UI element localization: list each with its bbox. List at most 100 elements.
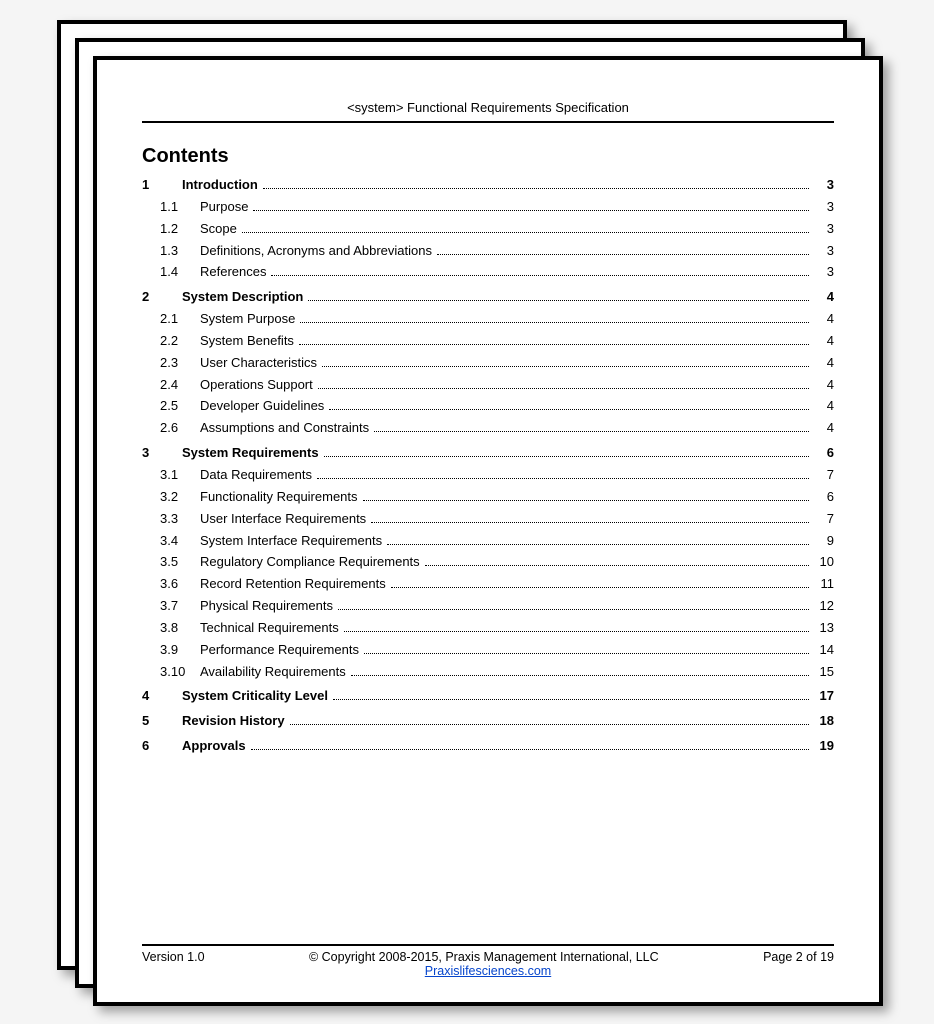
toc-number: 2.3 (142, 354, 196, 373)
toc-number: 1.2 (142, 220, 196, 239)
toc-entry[interactable]: 2.3User Characteristics4 (142, 354, 834, 373)
toc-title: Scope (196, 220, 239, 239)
toc-page: 14 (812, 641, 834, 660)
table-of-contents: 1Introduction31.1Purpose31.2Scope31.3Def… (142, 176, 834, 756)
toc-leader-dots (300, 313, 809, 323)
toc-entry[interactable]: 2System Description 4 (142, 288, 834, 307)
toc-entry[interactable]: 2.6Assumptions and Constraints 4 (142, 419, 834, 438)
toc-page: 4 (812, 354, 834, 373)
document-header: <system> Functional Requirements Specifi… (142, 100, 834, 123)
toc-leader-dots (324, 447, 809, 457)
toc-page: 4 (812, 310, 834, 329)
toc-title: Introduction (182, 176, 260, 195)
toc-entry[interactable]: 3.9Performance Requirements14 (142, 641, 834, 660)
toc-leader-dots (425, 556, 809, 566)
toc-entry[interactable]: 1.1Purpose3 (142, 198, 834, 217)
toc-leader-dots (371, 512, 809, 522)
toc-page: 18 (812, 712, 834, 731)
toc-entry[interactable]: 4System Criticality Level 17 (142, 687, 834, 706)
toc-entry[interactable]: 6Approvals19 (142, 737, 834, 756)
toc-title: System Description (182, 288, 305, 307)
toc-entry[interactable]: 1.2Scope 3 (142, 220, 834, 239)
toc-title: System Criticality Level (182, 687, 330, 706)
toc-leader-dots (329, 400, 809, 410)
toc-leader-dots (338, 600, 809, 610)
toc-entry[interactable]: 1Introduction 3 (142, 176, 834, 195)
toc-entry[interactable]: 3.4System Interface Requirements9 (142, 532, 834, 551)
toc-title: System Requirements (182, 444, 321, 463)
toc-leader-dots (271, 266, 809, 276)
toc-number: 2.1 (142, 310, 196, 329)
toc-page: 7 (812, 466, 834, 485)
toc-number: 2.4 (142, 376, 196, 395)
toc-page: 19 (812, 737, 834, 756)
toc-number: 3.9 (142, 641, 196, 660)
toc-number: 3.4 (142, 532, 196, 551)
toc-entry[interactable]: 3.10Availability Requirements15 (142, 663, 834, 682)
toc-leader-dots (318, 378, 809, 388)
toc-title: Purpose (196, 198, 250, 217)
toc-entry[interactable]: 2.2System Benefits 4 (142, 332, 834, 351)
toc-entry[interactable]: 3.3User Interface Requirements7 (142, 510, 834, 529)
toc-entry[interactable]: 1.4References3 (142, 263, 834, 282)
toc-page: 4 (812, 376, 834, 395)
toc-title: Definitions, Acronyms and Abbreviations (196, 242, 434, 261)
toc-entry[interactable]: 3.5Regulatory Compliance Requirements10 (142, 553, 834, 572)
toc-number: 2.2 (142, 332, 196, 351)
toc-leader-dots (333, 690, 809, 700)
toc-leader-dots (263, 179, 809, 189)
toc-entry[interactable]: 3.7Physical Requirements12 (142, 597, 834, 616)
toc-entry[interactable]: 2.4Operations Support4 (142, 376, 834, 395)
document-page-stack: <system> Functional Requirements Specifi… (57, 20, 877, 1000)
toc-page: 11 (812, 575, 834, 594)
toc-number: 2 (142, 288, 182, 307)
toc-title: System Benefits (196, 332, 296, 351)
toc-title: Technical Requirements (196, 619, 341, 638)
toc-number: 2.6 (142, 419, 196, 438)
toc-title: References (196, 263, 268, 282)
footer-link[interactable]: Praxislifesciences.com (425, 964, 551, 978)
toc-number: 2.5 (142, 397, 196, 416)
toc-leader-dots (253, 200, 809, 210)
document-page: <system> Functional Requirements Specifi… (93, 56, 883, 1006)
toc-title: Physical Requirements (196, 597, 335, 616)
toc-number: 3 (142, 444, 182, 463)
document-footer: Version 1.0 © Copyright 2008-2015, Praxi… (142, 944, 834, 978)
toc-page: 13 (812, 619, 834, 638)
toc-page: 10 (812, 553, 834, 572)
toc-page: 4 (812, 419, 834, 438)
toc-title: Assumptions and Constraints (196, 419, 371, 438)
toc-number: 3.1 (142, 466, 196, 485)
toc-title: User Interface Requirements (196, 510, 368, 529)
toc-entry[interactable]: 3.1Data Requirements7 (142, 466, 834, 485)
toc-page: 4 (812, 332, 834, 351)
toc-leader-dots (387, 534, 809, 544)
toc-entry[interactable]: 3System Requirements6 (142, 444, 834, 463)
toc-entry[interactable]: 2.1System Purpose 4 (142, 310, 834, 329)
toc-page: 4 (812, 288, 834, 307)
toc-page: 3 (812, 220, 834, 239)
footer-copyright: © Copyright 2008-2015, Praxis Management… (309, 950, 659, 964)
toc-page: 3 (812, 242, 834, 261)
toc-page: 9 (812, 532, 834, 551)
toc-page: 6 (812, 488, 834, 507)
page-content: <system> Functional Requirements Specifi… (142, 100, 834, 944)
toc-title: Functionality Requirements (196, 488, 360, 507)
toc-page: 7 (812, 510, 834, 529)
toc-leader-dots (374, 422, 809, 432)
toc-entry[interactable]: 3.6Record Retention Requirements11 (142, 575, 834, 594)
toc-number: 4 (142, 687, 182, 706)
toc-page: 3 (812, 176, 834, 195)
toc-entry[interactable]: 1.3Definitions, Acronyms and Abbreviatio… (142, 242, 834, 261)
toc-leader-dots (290, 715, 809, 725)
toc-entry[interactable]: 3.8Technical Requirements13 (142, 619, 834, 638)
toc-number: 1 (142, 176, 182, 195)
toc-number: 1.3 (142, 242, 196, 261)
toc-entry[interactable]: 2.5Developer Guidelines4 (142, 397, 834, 416)
toc-entry[interactable]: 3.2Functionality Requirements 6 (142, 488, 834, 507)
toc-page: 17 (812, 687, 834, 706)
toc-number: 3.2 (142, 488, 196, 507)
toc-title: System Purpose (196, 310, 297, 329)
toc-entry[interactable]: 5Revision History18 (142, 712, 834, 731)
toc-leader-dots (344, 621, 809, 631)
